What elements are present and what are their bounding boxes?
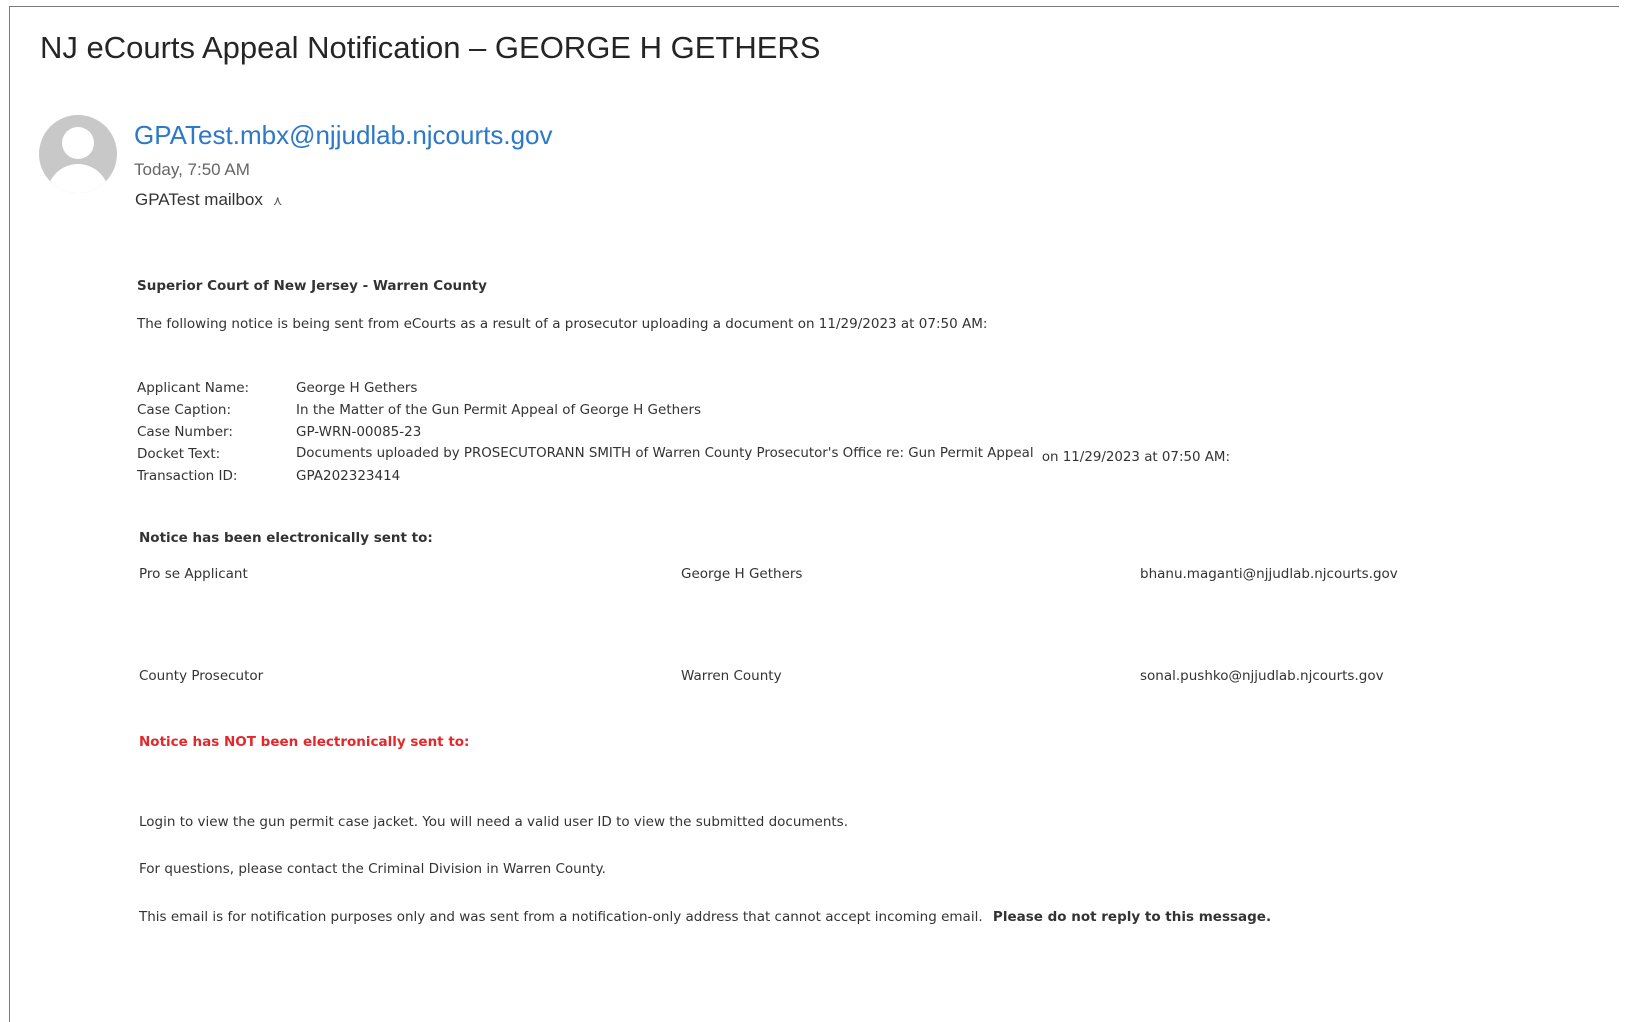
detail-value-caption: In the Matter of the Gun Permit Appeal o… bbox=[296, 402, 702, 418]
intro-text: The following notice is being sent from … bbox=[137, 316, 988, 332]
detail-label-transaction: Transaction ID: bbox=[137, 468, 238, 484]
sent-to-heading: Notice has been electronically sent to: bbox=[139, 530, 433, 546]
disclaimer-text: This email is for notification purposes … bbox=[139, 909, 1271, 925]
avatar-body-shape bbox=[47, 164, 109, 193]
detail-value-applicant: George H Gethers bbox=[296, 380, 418, 396]
detail-label-applicant: Applicant Name: bbox=[137, 380, 250, 396]
recipient-role: County Prosecutor bbox=[139, 668, 264, 684]
login-instructions: Login to view the gun permit case jacket… bbox=[139, 814, 849, 830]
recipient-mailbox[interactable]: GPATest mailbox ⋏ bbox=[135, 190, 282, 210]
recipient-name: Warren County bbox=[681, 668, 782, 684]
detail-label-caption: Case Caption: bbox=[137, 402, 232, 418]
detail-label-case-number: Case Number: bbox=[137, 424, 233, 440]
detail-value-case-number: GP-WRN-00085-23 bbox=[296, 424, 422, 440]
not-sent-heading: Notice has NOT been electronically sent … bbox=[139, 734, 470, 750]
recipient-role: Pro se Applicant bbox=[139, 566, 248, 582]
docket-timestamp: on 11/29/2023 at 07:50 AM: bbox=[1041, 450, 1230, 465]
detail-label-docket: Docket Text: bbox=[137, 446, 221, 462]
detail-value-docket: Documents uploaded by PROSECUTORANN SMIT… bbox=[296, 446, 1230, 465]
recipient-email[interactable]: bhanu.maganti@njjudlab.njcourts.gov bbox=[1140, 566, 1398, 582]
docket-text: Documents uploaded by PROSECUTORANN SMIT… bbox=[296, 446, 1034, 461]
mailbox-label: GPATest mailbox bbox=[135, 190, 263, 209]
detail-value-transaction: GPA202323414 bbox=[296, 468, 401, 484]
sender-email-link[interactable]: GPATest.mbx@njjudlab.njcourts.gov bbox=[134, 120, 553, 151]
avatar-head-shape bbox=[62, 127, 94, 159]
email-subject: NJ eCourts Appeal Notification – GEORGE … bbox=[40, 30, 821, 65]
recipient-email[interactable]: sonal.pushko@njjudlab.njcourts.gov bbox=[1140, 668, 1384, 684]
disclaimer-no-reply: Please do not reply to this message. bbox=[992, 909, 1272, 925]
chevron-double-down-icon[interactable]: ⋏ bbox=[273, 194, 283, 207]
sender-avatar[interactable] bbox=[39, 115, 117, 193]
court-heading: Superior Court of New Jersey - Warren Co… bbox=[137, 278, 487, 294]
sent-time: Today, 7:50 AM bbox=[134, 160, 250, 179]
questions-text: For questions, please contact the Crimin… bbox=[139, 861, 606, 877]
recipient-name: George H Gethers bbox=[681, 566, 803, 582]
disclaimer-main: This email is for notification purposes … bbox=[139, 909, 983, 925]
